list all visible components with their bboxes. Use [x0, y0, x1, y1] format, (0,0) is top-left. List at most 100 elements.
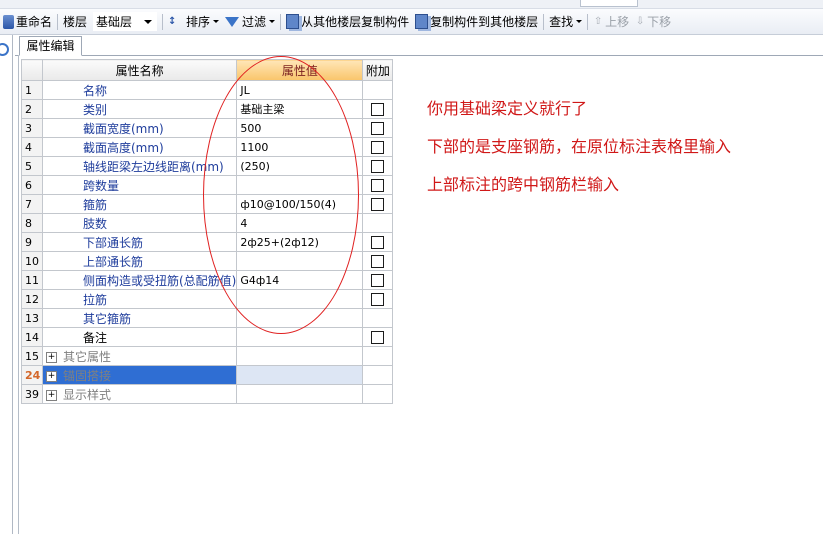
add-cell	[362, 99, 394, 119]
property-name-label: 截面宽度(mm)	[83, 121, 164, 136]
property-group[interactable]: + 显示样式	[41, 384, 238, 404]
sort-label: 排序	[186, 15, 211, 29]
add-checkbox[interactable]	[371, 179, 385, 192]
add-checkbox[interactable]	[371, 236, 385, 249]
dropdown-arrow-icon	[269, 20, 276, 23]
rename-button[interactable]: 重命名	[0, 11, 55, 33]
property-name[interactable]: 截面宽度(mm)	[41, 118, 238, 138]
move-up-button[interactable]: ⇧ 上移	[590, 11, 632, 33]
add-cell	[362, 80, 394, 100]
add-checkbox[interactable]	[371, 103, 385, 116]
filter-icon	[225, 16, 240, 27]
property-value[interactable]	[236, 365, 364, 385]
property-group[interactable]: + 其它属性	[41, 346, 238, 366]
row-number: 1	[21, 80, 43, 100]
copy-from-floor-button[interactable]: 从其他楼层复制构件	[283, 11, 412, 33]
property-value[interactable]	[236, 384, 364, 404]
row-number: 2	[21, 99, 43, 119]
row-number: 15	[21, 346, 43, 366]
rename-icon	[3, 14, 14, 29]
toolbar-separator	[543, 13, 545, 30]
add-cell	[362, 118, 394, 138]
table-row[interactable]: 39 + 显示样式	[21, 384, 394, 404]
row-number: 8	[21, 213, 43, 233]
property-name[interactable]: 拉筋	[41, 289, 238, 309]
property-value[interactable]	[236, 327, 364, 347]
expand-plus-icon[interactable]: +	[46, 370, 57, 382]
tab-property-edit[interactable]: 属性编辑	[19, 36, 82, 56]
row-number: 14	[21, 327, 43, 347]
add-cell	[362, 365, 394, 385]
add-cell	[362, 137, 394, 157]
annotation-line-3: 上部标注的跨中钢筋栏输入	[427, 175, 620, 194]
add-checkbox[interactable]	[371, 293, 385, 306]
table-row[interactable]: 24 + 锚固搭接	[21, 365, 394, 385]
row-number: 24	[21, 365, 43, 385]
property-name[interactable]: 上部通长筋	[41, 251, 238, 271]
row-number: 6	[21, 175, 43, 195]
header-add[interactable]: 附加	[362, 59, 394, 81]
header-property-name[interactable]: 属性名称	[41, 59, 238, 81]
row-number: 4	[21, 137, 43, 157]
add-cell	[362, 194, 394, 214]
add-checkbox[interactable]	[371, 274, 385, 287]
property-name-label: 跨数量	[83, 178, 120, 193]
expand-plus-icon[interactable]: +	[46, 389, 57, 401]
add-cell	[362, 175, 394, 195]
rename-label: 重命名	[16, 15, 53, 29]
property-name[interactable]: 名称	[41, 80, 238, 100]
filter-button[interactable]: 过滤	[222, 11, 278, 33]
row-number: 7	[21, 194, 43, 214]
property-name-label: 下部通长筋	[83, 235, 144, 250]
copy-to-floor-button[interactable]: 复制构件到其他楼层	[412, 11, 541, 33]
toolbar: 重命名 楼层 基础层 ↕ 排序 过滤 从其他楼层复制构件 复制构件到其他楼层 查…	[0, 9, 823, 35]
add-checkbox[interactable]	[371, 198, 385, 211]
add-cell	[362, 346, 394, 366]
table-row[interactable]: 14 备注	[21, 327, 394, 347]
table-row[interactable]: 1 名称 JL	[21, 80, 394, 100]
top-input-box[interactable]	[580, 0, 638, 7]
header-row-number	[21, 59, 43, 81]
property-name[interactable]: 侧面构造或受扭筋(总配筋值)	[41, 270, 238, 290]
table-row[interactable]: 15 + 其它属性	[21, 346, 394, 366]
dropdown-arrow-icon	[213, 20, 220, 23]
sort-button[interactable]: ↕ 排序	[165, 11, 222, 33]
refresh-icon[interactable]	[0, 43, 9, 56]
left-sidebar-edge	[0, 35, 13, 534]
property-name-label: 类别	[83, 102, 108, 117]
top-strip	[0, 0, 823, 9]
add-checkbox[interactable]	[371, 141, 385, 154]
floor-label: 楼层	[63, 15, 88, 29]
add-checkbox[interactable]	[371, 160, 385, 173]
expand-plus-icon[interactable]: +	[46, 351, 57, 363]
property-name[interactable]: 备注	[41, 327, 238, 347]
row-number: 3	[21, 118, 43, 138]
floor-select[interactable]: 基础层	[93, 12, 158, 31]
property-name[interactable]: 其它箍筋	[41, 308, 238, 328]
property-name-label: 锚固搭接	[63, 368, 112, 383]
chevron-down-icon	[144, 19, 153, 24]
add-cell	[362, 308, 394, 328]
property-name-label: 拉筋	[83, 292, 108, 307]
add-checkbox[interactable]	[371, 122, 385, 135]
property-name-label: 显示样式	[63, 387, 112, 402]
toolbar-separator	[587, 13, 589, 30]
move-down-button[interactable]: ⇩ 下移	[632, 11, 674, 33]
add-checkbox[interactable]	[371, 255, 385, 268]
table-row[interactable]: 13 其它箍筋	[21, 308, 394, 328]
property-value[interactable]	[236, 346, 364, 366]
add-checkbox[interactable]	[371, 331, 385, 344]
arrow-down-icon: ⇩	[635, 15, 645, 27]
property-name-label: 上部通长筋	[83, 254, 144, 269]
floor-select-value: 基础层	[96, 15, 133, 29]
property-group[interactable]: + 锚固搭接	[41, 365, 238, 385]
move-down-label: 下移	[647, 15, 672, 29]
property-name-label: 肢数	[83, 216, 108, 231]
move-up-label: 上移	[605, 15, 630, 29]
find-button[interactable]: 查找	[546, 11, 585, 33]
property-name[interactable]: 类别	[41, 99, 238, 119]
table-row[interactable]: 12 拉筋	[21, 289, 394, 309]
copy-icon	[415, 14, 429, 29]
row-number: 9	[21, 232, 43, 252]
row-number: 11	[21, 270, 43, 290]
